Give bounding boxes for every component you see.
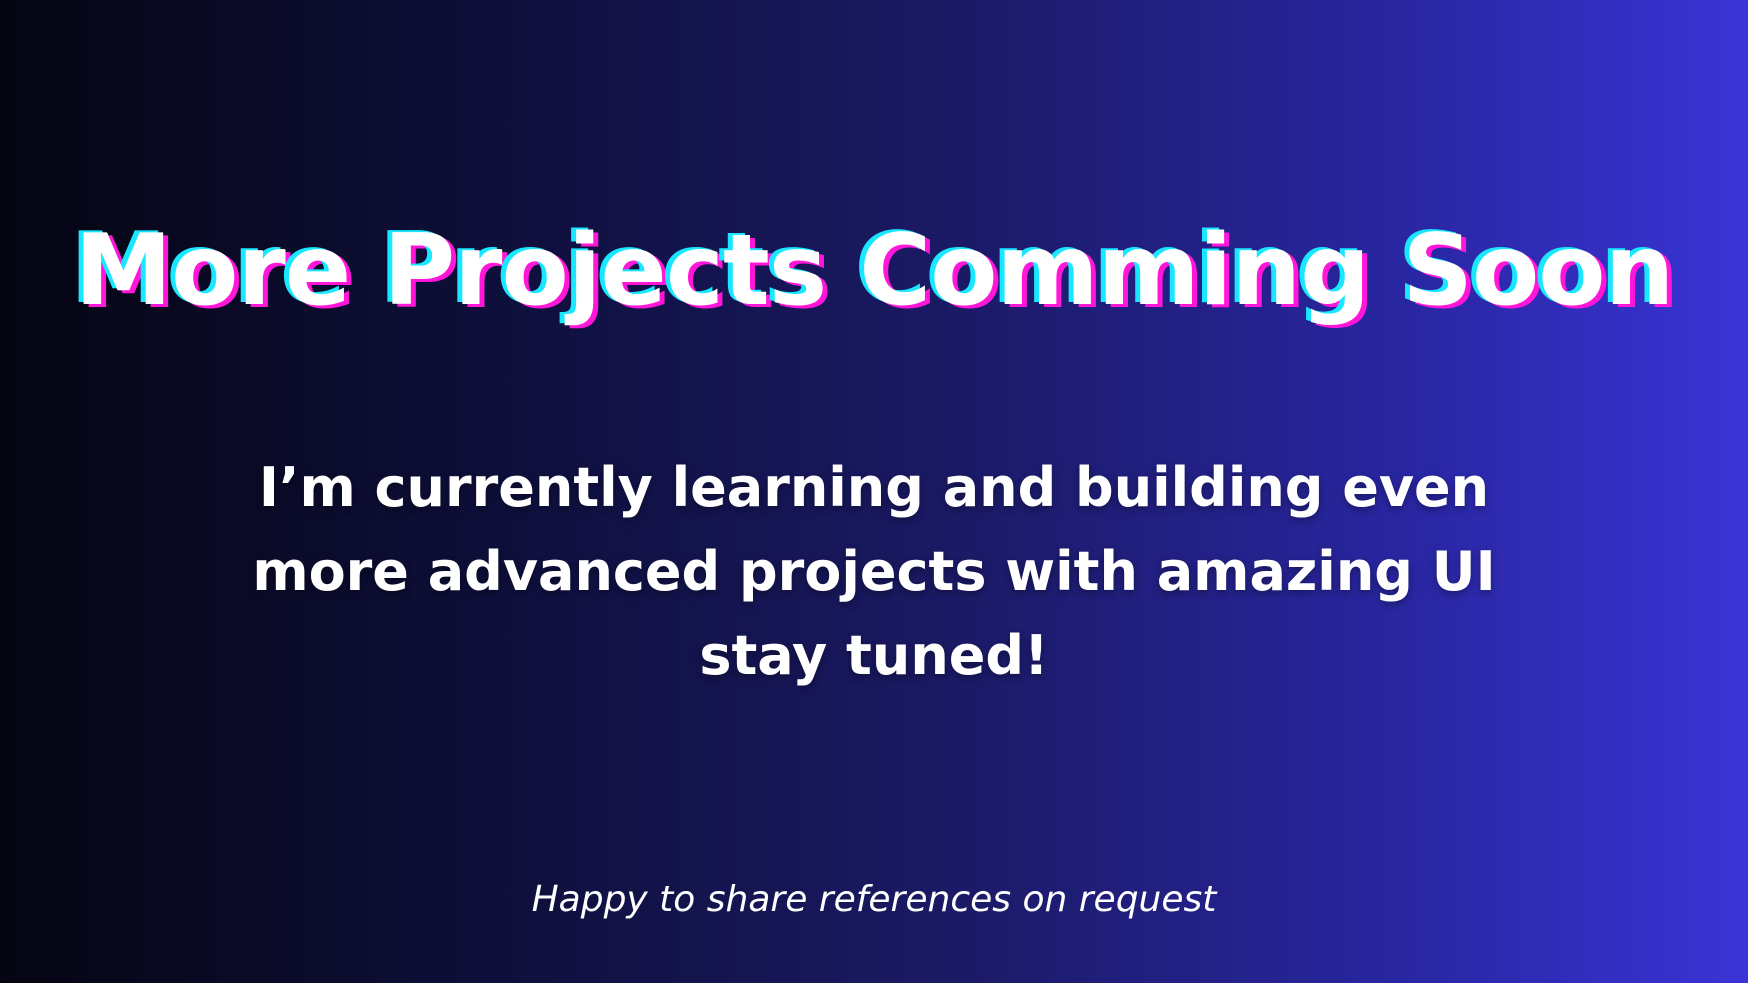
message-line-1: I’m currently learning and building even [258, 456, 1490, 519]
coming-soon-slide: More Projects Comming Soon I’m currently… [0, 0, 1748, 983]
headline: More Projects Comming Soon [74, 213, 1675, 328]
status-message: I’m currently learning and building even… [174, 446, 1574, 698]
message-line-3: stay tuned! [699, 624, 1049, 687]
references-note: Happy to share references on request [531, 879, 1217, 920]
message-line-2: more advanced projects with amazing UI [252, 540, 1496, 603]
